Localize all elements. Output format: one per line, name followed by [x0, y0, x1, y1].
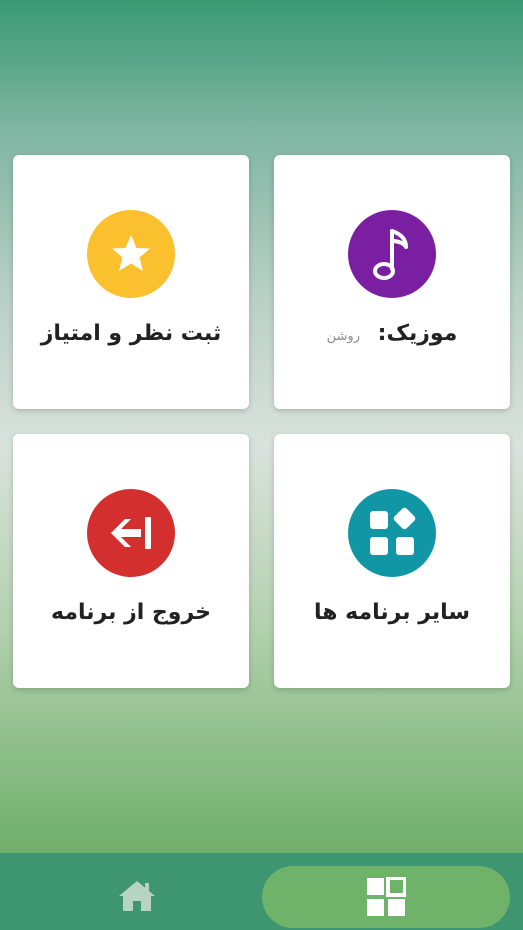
- music-title: موزیک:: [377, 321, 458, 346]
- music-label: موزیک: روشن: [274, 321, 510, 346]
- exit-label: خروج از برنامه: [50, 600, 212, 625]
- exit-card[interactable]: خروج از برنامه: [13, 434, 249, 688]
- music-note-icon: [373, 229, 408, 280]
- music-icon-circle: [348, 210, 436, 298]
- rate-card[interactable]: ثبت نظر و امتیاز: [13, 155, 249, 409]
- exit-arrow-icon: [111, 517, 151, 549]
- rate-label: ثبت نظر و امتیاز: [40, 321, 222, 346]
- apps-grid-icon: [370, 507, 416, 555]
- rate-icon-circle: [87, 210, 175, 298]
- grid-icon: [367, 877, 406, 916]
- other-apps-icon-circle: [348, 489, 436, 577]
- other-apps-label: سایر برنامه ها: [313, 600, 471, 625]
- music-status[interactable]: روشن: [327, 329, 360, 344]
- star-icon: [112, 235, 150, 271]
- other-apps-card[interactable]: سایر برنامه ها: [274, 434, 510, 688]
- nav-grid-button[interactable]: [262, 866, 510, 928]
- bottom-navbar: [0, 853, 523, 930]
- music-card[interactable]: موزیک: روشن: [274, 155, 510, 409]
- nav-home-button[interactable]: [110, 873, 164, 919]
- home-icon: [119, 881, 155, 911]
- exit-icon-circle: [87, 489, 175, 577]
